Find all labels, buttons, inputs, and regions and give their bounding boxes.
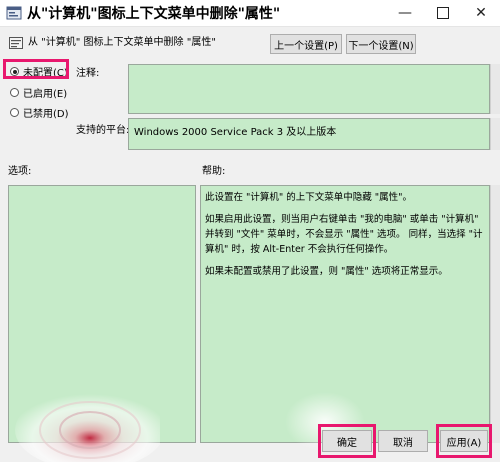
radio-label: 已禁用(D) [23,109,69,120]
help-paragraph: 如果启用此设置，则当用户右键单击 "我的电脑" 或单击 "计算机" 并转到 "文… [205,214,483,255]
comment-label: 注释: [76,68,100,79]
platform-scrollbar[interactable] [490,118,500,150]
radio-label: 已启用(E) [23,89,68,100]
title-bar: 从"计算机"图标上下文菜单中删除"属性" — ✕ [0,0,500,27]
cancel-button[interactable]: 取消 [378,430,428,452]
radio-disabled[interactable]: 已禁用(D) [10,105,69,120]
maximize-button[interactable] [424,0,462,26]
radio-enabled[interactable]: 已启用(E) [10,85,67,100]
help-scrollbar[interactable] [490,185,500,443]
minimize-button[interactable]: — [386,0,424,26]
highlight-box-apply [436,424,492,458]
previous-setting-button[interactable]: 上一个设置(P) [270,34,342,54]
radio-unselected-icon [10,108,19,117]
comment-scrollbar[interactable] [490,64,500,114]
radio-unselected-icon [10,88,19,97]
next-setting-button[interactable]: 下一个设置(N) [346,34,416,54]
help-panel: 此设置在 "计算机" 的上下文菜单中隐藏 "属性"。 如果启用此设置，则当用户右… [200,185,490,443]
maximize-icon [437,7,449,19]
highlight-box-ok [318,424,376,458]
policy-name: 从 "计算机" 图标上下文菜单中删除 "属性" [28,37,216,48]
window-title: 从"计算机"图标上下文菜单中删除"属性" [27,6,281,22]
help-paragraph: 如果未配置或禁用了此设置，则 "属性" 选项将正常显示。 [205,266,448,277]
comment-textarea[interactable] [128,64,490,114]
platform-label: 支持的平台: [76,125,130,136]
setting-icon [9,37,23,49]
highlight-box-not-configured [3,59,69,79]
platform-value: Windows 2000 Service Pack 3 及以上版本 [128,118,490,150]
options-label: 选项: [8,166,32,177]
options-panel [8,185,196,443]
close-button[interactable]: ✕ [462,0,500,26]
policy-app-icon [6,6,22,20]
help-paragraph: 此设置在 "计算机" 的上下文菜单中隐藏 "属性"。 [205,192,413,203]
help-label: 帮助: [202,166,226,177]
